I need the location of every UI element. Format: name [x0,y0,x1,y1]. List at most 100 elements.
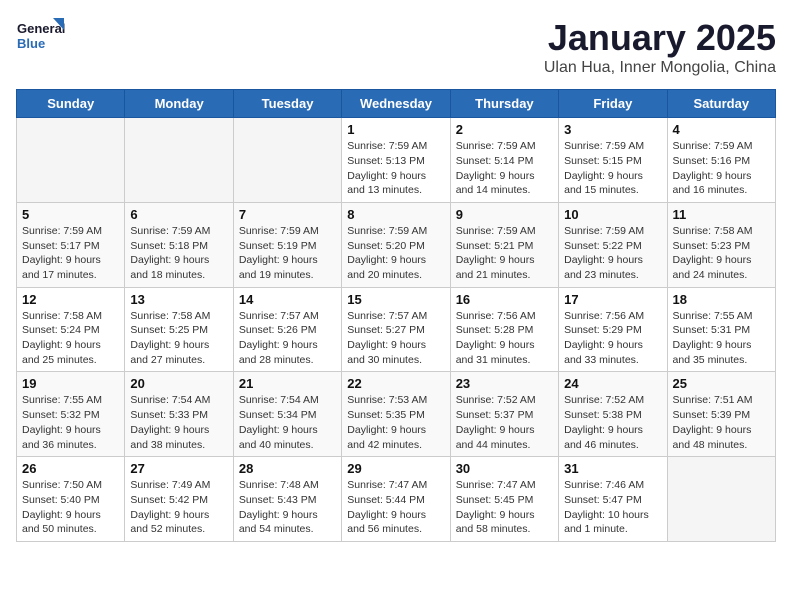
calendar-cell: 17Sunrise: 7:56 AMSunset: 5:29 PMDayligh… [559,287,667,372]
day-info: Sunrise: 7:57 AMSunset: 5:27 PMDaylight:… [347,309,444,368]
weekday-thursday: Thursday [450,90,558,118]
day-info: Sunrise: 7:59 AMSunset: 5:13 PMDaylight:… [347,139,444,198]
calendar-week-5: 26 Sunrise: 7:50 AMSunset: 5:40 PMDayligh… [17,457,776,542]
weekday-sunday: Sunday [17,90,125,118]
calendar-week-2: 5 Sunrise: 7:59 AMSunset: 5:17 PMDaylight… [17,202,776,287]
day-info: Sunrise: 7:47 AMSunset: 5:44 PMDaylight:… [347,478,444,537]
day-number: 24 [564,376,661,391]
calendar-cell: 23 Sunrise: 7:52 AMSunset: 5:37 PMDayligh… [450,372,558,457]
day-info: Sunrise: 7:46 AMSunset: 5:47 PMDaylight:… [564,478,661,537]
day-number: 9 [456,207,553,222]
day-info: Sunrise: 7:57 AMSunset: 5:26 PMDaylight:… [239,309,336,368]
calendar-title: January 2025 [544,16,776,59]
calendar-cell: 25 Sunrise: 7:51 AMSunset: 5:39 PMDayligh… [667,372,775,457]
day-number: 17 [564,292,661,307]
day-info: Sunrise: 7:59 AMSunset: 5:19 PMDaylight:… [239,224,336,283]
day-number: 15 [347,292,444,307]
day-number: 13 [130,292,227,307]
day-info: Sunrise: 7:59 AMSunset: 5:21 PMDaylight:… [456,224,553,283]
day-number: 23 [456,376,553,391]
day-number: 26 [22,461,119,476]
calendar-week-1: 1 Sunrise: 7:59 AMSunset: 5:13 PMDaylight… [17,118,776,203]
general-blue-logo-icon: General Blue [16,16,66,60]
day-number: 21 [239,376,336,391]
day-number: 7 [239,207,336,222]
day-info: Sunrise: 7:58 AMSunset: 5:23 PMDaylight:… [673,224,770,283]
calendar-cell: 20 Sunrise: 7:54 AMSunset: 5:33 PMDayligh… [125,372,233,457]
day-number: 20 [130,376,227,391]
calendar-cell: 21 Sunrise: 7:54 AMSunset: 5:34 PMDayligh… [233,372,341,457]
day-info: Sunrise: 7:56 AMSunset: 5:28 PMDaylight:… [456,309,553,368]
day-info: Sunrise: 7:50 AMSunset: 5:40 PMDaylight:… [22,478,119,537]
weekday-wednesday: Wednesday [342,90,450,118]
calendar-body: 1 Sunrise: 7:59 AMSunset: 5:13 PMDaylight… [17,118,776,542]
day-info: Sunrise: 7:48 AMSunset: 5:43 PMDaylight:… [239,478,336,537]
day-info: Sunrise: 7:47 AMSunset: 5:45 PMDaylight:… [456,478,553,537]
calendar-cell: 26 Sunrise: 7:50 AMSunset: 5:40 PMDayligh… [17,457,125,542]
calendar-cell [233,118,341,203]
weekday-tuesday: Tuesday [233,90,341,118]
day-info: Sunrise: 7:54 AMSunset: 5:33 PMDaylight:… [130,393,227,452]
svg-text:Blue: Blue [17,36,45,51]
calendar-cell: 31 Sunrise: 7:46 AMSunset: 5:47 PMDayligh… [559,457,667,542]
day-number: 28 [239,461,336,476]
calendar-cell: 22 Sunrise: 7:53 AMSunset: 5:35 PMDayligh… [342,372,450,457]
day-info: Sunrise: 7:54 AMSunset: 5:34 PMDaylight:… [239,393,336,452]
day-number: 1 [347,122,444,137]
title-area: January 2025 Ulan Hua, Inner Mongolia, C… [544,16,776,77]
calendar-cell: 10 Sunrise: 7:59 AMSunset: 5:22 PMDayligh… [559,202,667,287]
day-number: 11 [673,207,770,222]
day-info: Sunrise: 7:59 AMSunset: 5:18 PMDaylight:… [130,224,227,283]
calendar-header: SundayMondayTuesdayWednesdayThursdayFrid… [17,90,776,118]
day-number: 18 [673,292,770,307]
day-info: Sunrise: 7:59 AMSunset: 5:17 PMDaylight:… [22,224,119,283]
calendar-subtitle: Ulan Hua, Inner Mongolia, China [544,59,776,77]
day-number: 6 [130,207,227,222]
day-number: 25 [673,376,770,391]
weekday-header-row: SundayMondayTuesdayWednesdayThursdayFrid… [17,90,776,118]
weekday-friday: Friday [559,90,667,118]
day-info: Sunrise: 7:59 AMSunset: 5:22 PMDaylight:… [564,224,661,283]
day-number: 19 [22,376,119,391]
day-number: 27 [130,461,227,476]
day-info: Sunrise: 7:59 AMSunset: 5:16 PMDaylight:… [673,139,770,198]
day-number: 12 [22,292,119,307]
calendar-cell: 9 Sunrise: 7:59 AMSunset: 5:21 PMDaylight… [450,202,558,287]
calendar-cell: 4 Sunrise: 7:59 AMSunset: 5:16 PMDaylight… [667,118,775,203]
day-number: 5 [22,207,119,222]
day-number: 14 [239,292,336,307]
calendar-cell: 12 Sunrise: 7:58 AMSunset: 5:24 PMDayligh… [17,287,125,372]
day-info: Sunrise: 7:58 AMSunset: 5:24 PMDaylight:… [22,309,119,368]
day-number: 31 [564,461,661,476]
day-info: Sunrise: 7:55 AMSunset: 5:31 PMDaylight:… [673,309,770,368]
calendar-cell: 8Sunrise: 7:59 AMSunset: 5:20 PMDaylight… [342,202,450,287]
day-info: Sunrise: 7:52 AMSunset: 5:37 PMDaylight:… [456,393,553,452]
day-number: 29 [347,461,444,476]
day-info: Sunrise: 7:52 AMSunset: 5:38 PMDaylight:… [564,393,661,452]
calendar-cell: 6 Sunrise: 7:59 AMSunset: 5:18 PMDaylight… [125,202,233,287]
calendar-week-4: 19Sunrise: 7:55 AMSunset: 5:32 PMDayligh… [17,372,776,457]
header: General Blue January 2025 Ulan Hua, Inne… [16,16,776,77]
day-info: Sunrise: 7:53 AMSunset: 5:35 PMDaylight:… [347,393,444,452]
day-number: 30 [456,461,553,476]
day-number: 10 [564,207,661,222]
day-number: 16 [456,292,553,307]
calendar-cell [667,457,775,542]
day-number: 3 [564,122,661,137]
calendar-week-3: 12 Sunrise: 7:58 AMSunset: 5:24 PMDayligh… [17,287,776,372]
calendar-cell: 7 Sunrise: 7:59 AMSunset: 5:19 PMDaylight… [233,202,341,287]
weekday-monday: Monday [125,90,233,118]
calendar-cell: 2Sunrise: 7:59 AMSunset: 5:14 PMDaylight… [450,118,558,203]
calendar-cell: 13Sunrise: 7:58 AMSunset: 5:25 PMDayligh… [125,287,233,372]
calendar-cell: 30 Sunrise: 7:47 AMSunset: 5:45 PMDayligh… [450,457,558,542]
calendar-cell: 5 Sunrise: 7:59 AMSunset: 5:17 PMDaylight… [17,202,125,287]
calendar-cell: 14 Sunrise: 7:57 AMSunset: 5:26 PMDayligh… [233,287,341,372]
day-number: 2 [456,122,553,137]
day-number: 22 [347,376,444,391]
day-number: 4 [673,122,770,137]
calendar-cell: 11 Sunrise: 7:58 AMSunset: 5:23 PMDayligh… [667,202,775,287]
day-info: Sunrise: 7:59 AMSunset: 5:20 PMDaylight:… [347,224,444,283]
calendar-cell: 3Sunrise: 7:59 AMSunset: 5:15 PMDaylight… [559,118,667,203]
calendar-cell: 29 Sunrise: 7:47 AMSunset: 5:44 PMDayligh… [342,457,450,542]
day-info: Sunrise: 7:51 AMSunset: 5:39 PMDaylight:… [673,393,770,452]
